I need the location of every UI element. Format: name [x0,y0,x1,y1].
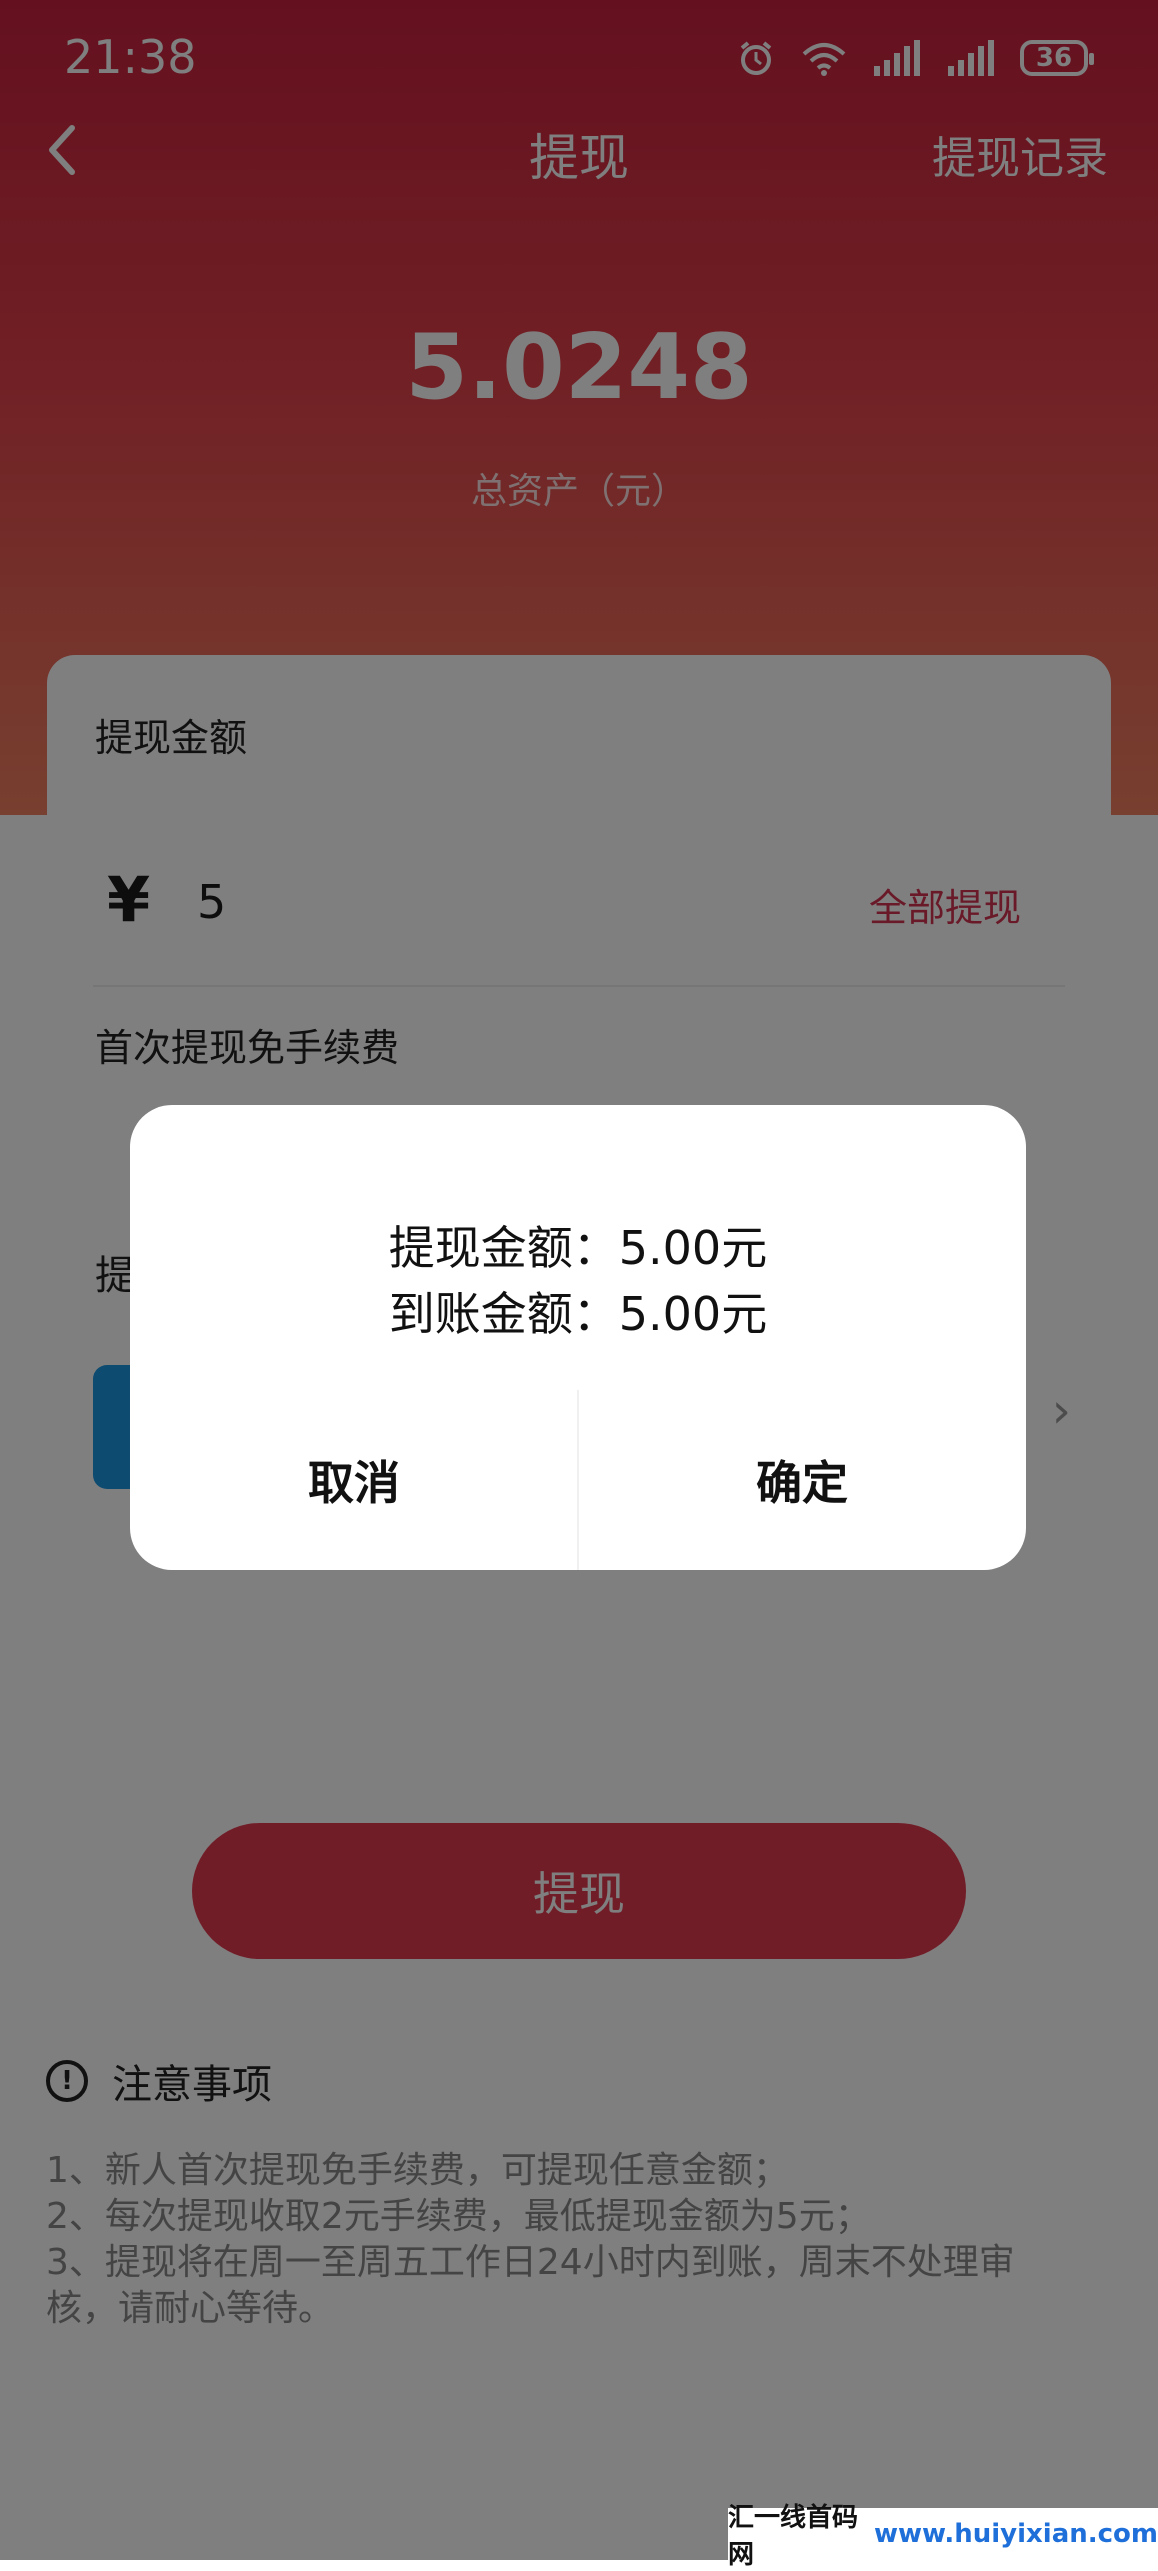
watermark-domain: www.huiyixian.com [873,2519,1158,2549]
confirm-dialog: 提现金额：5.00元 到账金额：5.00元 取消 确定 [130,1105,1026,1570]
watermark: 汇一线首码网 www.huiyixian.com [728,2503,1158,2570]
dialog-received-amount: 到账金额：5.00元 [388,1287,768,1341]
dialog-content: 提现金额：5.00元 到账金额：5.00元 [130,1215,1026,1347]
dialog-withdraw-amount: 提现金额：5.00元 [388,1221,768,1275]
cancel-button[interactable]: 取消 [130,1390,578,1570]
confirm-button[interactable]: 确定 [578,1390,1026,1570]
dialog-divider [577,1390,579,1570]
